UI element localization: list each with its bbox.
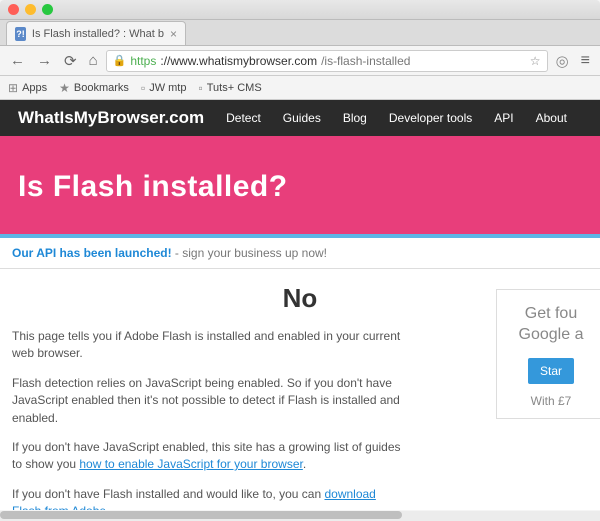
back-button[interactable]: ← bbox=[6, 50, 29, 71]
nav-api[interactable]: API bbox=[494, 111, 513, 125]
tab-strip: ?! Is Flash installed? : What b × bbox=[0, 20, 600, 46]
api-notice-link[interactable]: Our API has been launched! bbox=[12, 246, 172, 260]
window-titlebar bbox=[0, 0, 600, 20]
window-zoom-button[interactable] bbox=[42, 4, 53, 15]
bookmark-apps[interactable]: ⊞Apps bbox=[8, 81, 47, 95]
nav-about[interactable]: About bbox=[536, 111, 567, 125]
page-icon: ▫ bbox=[141, 81, 145, 95]
extensions-icon[interactable]: ◎ bbox=[552, 50, 573, 72]
paragraph-download: If you don't have Flash installed and wo… bbox=[12, 486, 402, 510]
sidebar-cta-button[interactable]: Star bbox=[528, 358, 574, 384]
home-button[interactable]: ⌂ bbox=[85, 50, 102, 71]
bookmarks-bar: ⊞Apps ★Bookmarks ▫JW mtp ▫Tuts+ CMS bbox=[0, 76, 600, 100]
hero-banner: Is Flash installed? bbox=[0, 136, 600, 238]
site-brand[interactable]: WhatIsMyBrowser.com bbox=[18, 108, 204, 128]
address-bar[interactable]: 🔒 https ://www.whatismybrowser.com/is-fla… bbox=[106, 50, 548, 72]
page-title: Is Flash installed? bbox=[18, 170, 582, 204]
sidebar-heading: Get fou Google a bbox=[507, 304, 595, 346]
window-close-button[interactable] bbox=[8, 4, 19, 15]
horizontal-scrollbar[interactable] bbox=[0, 511, 600, 521]
site-header: WhatIsMyBrowser.com Detect Guides Blog D… bbox=[0, 100, 600, 136]
page-content: WhatIsMyBrowser.com Detect Guides Blog D… bbox=[0, 100, 600, 510]
bookmark-star-icon[interactable]: ☆ bbox=[530, 54, 541, 68]
close-tab-icon[interactable]: × bbox=[170, 27, 177, 41]
scrollbar-thumb[interactable] bbox=[0, 511, 402, 519]
forward-button[interactable]: → bbox=[33, 50, 56, 71]
sidebar-subtext: With £7 bbox=[507, 394, 595, 408]
browser-toolbar: ← → ⟳ ⌂ 🔒 https ://www.whatismybrowser.co… bbox=[0, 46, 600, 76]
url-path: /is-flash-installed bbox=[321, 54, 410, 68]
sidebar-promo: Get fou Google a Star With £7 bbox=[496, 289, 600, 419]
api-notice-rest: - sign your business up now! bbox=[172, 246, 327, 260]
menu-icon[interactable]: ≡ bbox=[577, 50, 594, 72]
paragraph-js: Flash detection relies on JavaScript bei… bbox=[12, 375, 402, 427]
nav-blog[interactable]: Blog bbox=[343, 111, 367, 125]
star-icon: ★ bbox=[59, 81, 70, 95]
bookmark-tuts[interactable]: ▫Tuts+ CMS bbox=[198, 81, 261, 95]
tab-title: Is Flash installed? : What b bbox=[32, 28, 164, 40]
main-content: No This page tells you if Adobe Flash is… bbox=[0, 269, 600, 510]
window-minimize-button[interactable] bbox=[25, 4, 36, 15]
reload-button[interactable]: ⟳ bbox=[60, 50, 81, 72]
link-enable-js[interactable]: how to enable JavaScript for your browse… bbox=[79, 457, 302, 471]
favicon: ?! bbox=[15, 27, 26, 41]
nav-devtools[interactable]: Developer tools bbox=[389, 111, 472, 125]
bookmark-jw[interactable]: ▫JW mtp bbox=[141, 81, 187, 95]
url-host: ://www.whatismybrowser.com bbox=[160, 54, 317, 68]
lock-icon: 🔒 bbox=[113, 54, 127, 67]
nav-detect[interactable]: Detect bbox=[226, 111, 261, 125]
paragraph-js-guide: If you don't have JavaScript enabled, th… bbox=[12, 439, 402, 474]
apps-icon: ⊞ bbox=[8, 81, 18, 95]
api-notice: Our API has been launched! - sign your b… bbox=[0, 238, 600, 269]
bookmark-bookmarks[interactable]: ★Bookmarks bbox=[59, 81, 129, 95]
nav-guides[interactable]: Guides bbox=[283, 111, 321, 125]
plus-icon: ▫ bbox=[198, 81, 202, 95]
url-scheme: https bbox=[130, 54, 156, 68]
browser-tab[interactable]: ?! Is Flash installed? : What b × bbox=[6, 21, 186, 45]
paragraph-intro: This page tells you if Adobe Flash is in… bbox=[12, 328, 402, 363]
